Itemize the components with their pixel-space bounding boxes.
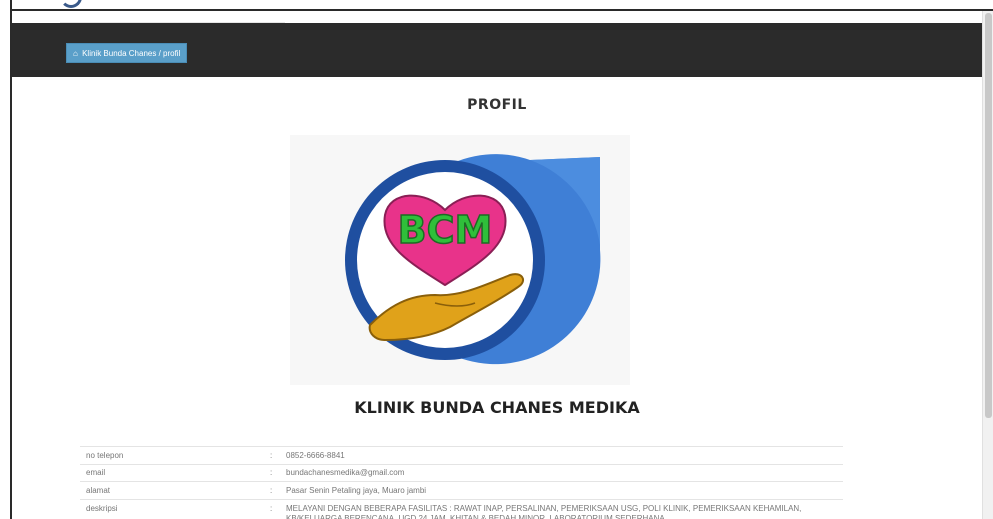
email-label: email bbox=[80, 463, 270, 482]
separator: : bbox=[270, 481, 280, 499]
phone-value: 0852-6666-8841 bbox=[280, 446, 843, 464]
separator: : bbox=[270, 498, 280, 519]
window-border bbox=[0, 0, 12, 519]
scrollbar-thumb[interactable] bbox=[985, 13, 992, 418]
clinic-logo: BCM bbox=[290, 135, 630, 385]
address-label: alamat bbox=[80, 481, 270, 499]
logo-fragment bbox=[60, 0, 82, 8]
breadcrumb-label: Klinik Bunda Chanes / profil bbox=[82, 49, 181, 58]
email-value: bundachanesmedika@gmail.com bbox=[280, 463, 843, 482]
address-value: Pasar Senin Petaling jaya, Muaro jambi bbox=[280, 481, 843, 499]
separator: : bbox=[270, 446, 280, 464]
header-strip bbox=[60, 0, 285, 23]
breadcrumb[interactable]: ⌂ Klinik Bunda Chanes / profil bbox=[66, 43, 188, 63]
scrollbar[interactable] bbox=[982, 11, 993, 519]
clinic-name: KLINIK BUNDA CHANES MEDIKA bbox=[354, 398, 640, 417]
phone-label: no telepon bbox=[80, 446, 270, 464]
home-icon: ⌂ bbox=[73, 49, 78, 58]
page-frame: ⌂ Klinik Bunda Chanes / profil PROFIL BC… bbox=[0, 0, 993, 519]
page-title: PROFIL bbox=[467, 97, 527, 113]
table-row: deskripsi : MELAYANI DENGAN BEBERAPA FAS… bbox=[80, 498, 843, 519]
logo-text: BCM bbox=[398, 208, 493, 252]
table-row: email : bundachanesmedika@gmail.com bbox=[80, 463, 843, 482]
table-row: alamat : Pasar Senin Petaling jaya, Muar… bbox=[80, 481, 843, 499]
description-value: MELAYANI DENGAN BEBERAPA FASILITAS : RAW… bbox=[280, 498, 843, 519]
separator: : bbox=[270, 463, 280, 482]
clinic-info-table: no telepon : 0852-6666-8841 email : bund… bbox=[80, 446, 843, 519]
navbar: ⌂ Klinik Bunda Chanes / profil bbox=[12, 23, 982, 77]
description-label: deskripsi bbox=[80, 498, 270, 519]
table-row: no telepon : 0852-6666-8841 bbox=[80, 446, 843, 464]
